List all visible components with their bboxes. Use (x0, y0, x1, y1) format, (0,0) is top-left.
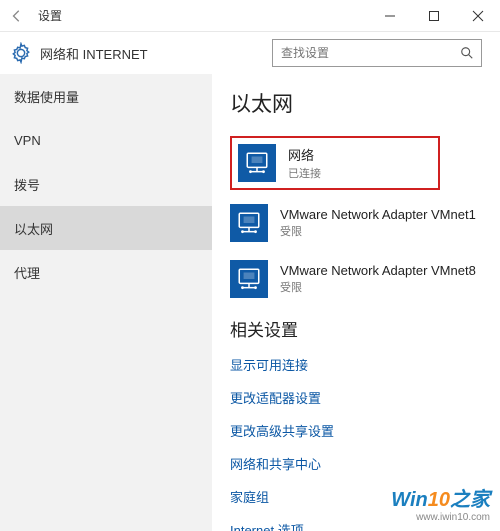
search-input[interactable] (273, 46, 453, 60)
ethernet-icon (230, 260, 268, 298)
link-network-center[interactable]: 网络和共享中心 (230, 454, 482, 473)
search-icon[interactable] (453, 46, 481, 60)
header: 网络和 INTERNET (0, 32, 500, 74)
network-text: VMware Network Adapter VMnet1 受限 (280, 207, 476, 239)
close-button[interactable] (456, 0, 500, 32)
section-title: 网络和 INTERNET (40, 44, 272, 63)
watermark-url: www.iwin10.com (391, 512, 490, 523)
network-text: 网络 已连接 (288, 145, 321, 181)
watermark: Win10之家 www.iwin10.com (391, 483, 490, 523)
sidebar-item-label: 代理 (14, 263, 40, 282)
network-text: VMware Network Adapter VMnet8 受限 (280, 263, 476, 295)
page-heading: 以太网 (230, 88, 482, 118)
related-title: 相关设置 (230, 316, 482, 341)
search-box[interactable] (272, 39, 482, 67)
minimize-button[interactable] (368, 0, 412, 32)
ethernet-icon (238, 144, 276, 182)
link-change-adapter[interactable]: 更改适配器设置 (230, 388, 482, 407)
sidebar-item-data-usage[interactable]: 数据使用量 (0, 74, 212, 118)
window-title: 设置 (38, 7, 368, 24)
window-controls (368, 0, 500, 32)
network-name: VMware Network Adapter VMnet8 (280, 263, 476, 278)
main: 数据使用量 VPN 拨号 以太网 代理 以太网 网络 已连接 VMware Ne… (0, 74, 500, 531)
sidebar-item-ethernet[interactable]: 以太网 (0, 206, 212, 250)
gear-icon (10, 42, 32, 64)
back-button[interactable] (0, 0, 34, 32)
link-show-connections[interactable]: 显示可用连接 (230, 355, 482, 374)
titlebar: 设置 (0, 0, 500, 32)
sidebar-item-label: 以太网 (14, 219, 53, 238)
maximize-button[interactable] (412, 0, 456, 32)
network-status: 受限 (280, 279, 476, 295)
sidebar-item-vpn[interactable]: VPN (0, 118, 212, 162)
network-row[interactable]: 网络 已连接 (230, 136, 440, 190)
network-row[interactable]: VMware Network Adapter VMnet8 受限 (230, 260, 482, 298)
sidebar-item-proxy[interactable]: 代理 (0, 250, 212, 294)
network-status: 已连接 (288, 165, 321, 181)
content: 以太网 网络 已连接 VMware Network Adapter VMnet1… (212, 74, 500, 531)
sidebar-item-label: 拨号 (14, 175, 40, 194)
sidebar-item-label: VPN (14, 133, 41, 148)
sidebar: 数据使用量 VPN 拨号 以太网 代理 (0, 74, 212, 531)
network-row[interactable]: VMware Network Adapter VMnet1 受限 (230, 204, 482, 242)
watermark-brand: Win10之家 (391, 483, 490, 512)
sidebar-item-dialup[interactable]: 拨号 (0, 162, 212, 206)
network-name: 网络 (288, 145, 321, 164)
network-name: VMware Network Adapter VMnet1 (280, 207, 476, 222)
link-advanced-sharing[interactable]: 更改高级共享设置 (230, 421, 482, 440)
network-status: 受限 (280, 223, 476, 239)
ethernet-icon (230, 204, 268, 242)
sidebar-item-label: 数据使用量 (14, 87, 79, 106)
